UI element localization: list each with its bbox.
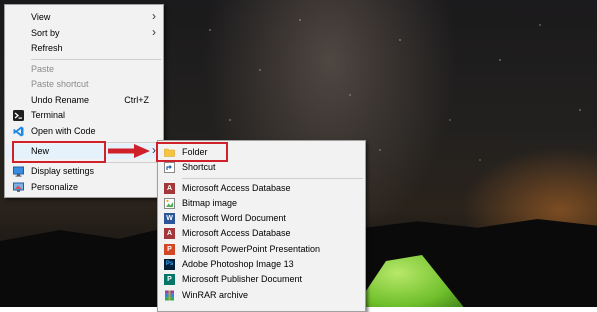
- access-icon: A: [164, 183, 175, 194]
- winrar-icon: [165, 290, 174, 301]
- word-icon: W: [164, 213, 175, 224]
- submenu-item-winrar[interactable]: WinRAR archive: [158, 288, 365, 303]
- photoshop-icon: Ps: [164, 259, 175, 270]
- menu-item-label: Refresh: [31, 43, 63, 53]
- submenu-item-publisher[interactable]: P Microsoft Publisher Document: [158, 272, 365, 287]
- menu-item-open-with-code[interactable]: Open with Code: [5, 124, 163, 139]
- menu-item-undo-rename[interactable]: Undo Rename Ctrl+Z: [5, 93, 163, 108]
- menu-item-label: Adobe Photoshop Image 13: [182, 259, 294, 269]
- menu-item-label: WinRAR archive: [182, 290, 249, 300]
- submenu-item-access-database-2[interactable]: A Microsoft Access Database: [158, 226, 365, 241]
- new-highlight-box: [12, 141, 106, 163]
- desktop-context-menu: View › Sort by › Refresh Paste Paste sho…: [4, 4, 164, 198]
- red-arrow-icon: [108, 144, 150, 158]
- menu-item-refresh[interactable]: Refresh: [5, 41, 163, 56]
- keyboard-shortcut: Ctrl+Z: [124, 95, 149, 105]
- menu-item-paste[interactable]: Paste: [5, 62, 163, 77]
- menu-item-view[interactable]: View ›: [5, 9, 163, 25]
- menu-item-label: Microsoft PowerPoint Presentation: [182, 244, 321, 254]
- powerpoint-icon: P: [164, 244, 175, 255]
- menu-separator: [31, 59, 161, 60]
- new-submenu: Folder Shortcut A Microsoft Access Datab…: [157, 140, 366, 312]
- menu-item-terminal[interactable]: Terminal: [5, 108, 163, 123]
- menu-item-sort-by[interactable]: Sort by ›: [5, 25, 163, 41]
- menu-item-display-settings[interactable]: Display settings: [5, 164, 163, 179]
- menu-item-label: Display settings: [31, 166, 95, 176]
- menu-item-label: Bitmap image: [182, 198, 238, 208]
- menu-item-label: View: [31, 12, 51, 22]
- personalize-icon: [13, 182, 24, 192]
- menu-item-label: Terminal: [31, 110, 66, 120]
- display-settings-icon: [13, 166, 24, 177]
- submenu-item-photoshop[interactable]: Ps Adobe Photoshop Image 13: [158, 257, 365, 272]
- submenu-item-access-database[interactable]: A Microsoft Access Database: [158, 181, 365, 196]
- menu-item-label: Personalize: [31, 182, 79, 192]
- menu-item-label: Undo Rename: [31, 95, 90, 105]
- menu-item-personalize[interactable]: Personalize: [5, 180, 163, 195]
- submenu-item-bitmap-image[interactable]: Bitmap image: [158, 196, 365, 211]
- submenu-item-word-document[interactable]: W Microsoft Word Document: [158, 211, 365, 226]
- menu-separator: [182, 178, 363, 179]
- chevron-right-icon: ›: [152, 9, 156, 23]
- menu-item-label: Microsoft Word Document: [182, 213, 286, 223]
- menu-item-label: Microsoft Access Database: [182, 228, 291, 238]
- menu-item-label: Open with Code: [31, 126, 96, 136]
- menu-item-paste-shortcut[interactable]: Paste shortcut: [5, 77, 163, 92]
- terminal-icon: [13, 110, 24, 121]
- submenu-item-shortcut[interactable]: Shortcut: [158, 160, 365, 175]
- menu-item-label: Sort by: [31, 28, 60, 38]
- access-icon: A: [164, 228, 175, 239]
- chevron-right-icon: ›: [152, 25, 156, 39]
- vscode-icon: [13, 126, 24, 137]
- bitmap-icon: [164, 198, 175, 209]
- publisher-icon: P: [164, 274, 175, 285]
- menu-item-label: Paste: [31, 64, 55, 74]
- menu-item-label: Microsoft Publisher Document: [182, 274, 303, 284]
- shortcut-icon: [164, 162, 175, 173]
- submenu-item-powerpoint[interactable]: P Microsoft PowerPoint Presentation: [158, 242, 365, 257]
- folder-highlight-box: [156, 142, 228, 162]
- menu-item-label: Paste shortcut: [31, 79, 89, 89]
- menu-item-label: Microsoft Access Database: [182, 183, 291, 193]
- menu-item-label: Shortcut: [182, 162, 216, 172]
